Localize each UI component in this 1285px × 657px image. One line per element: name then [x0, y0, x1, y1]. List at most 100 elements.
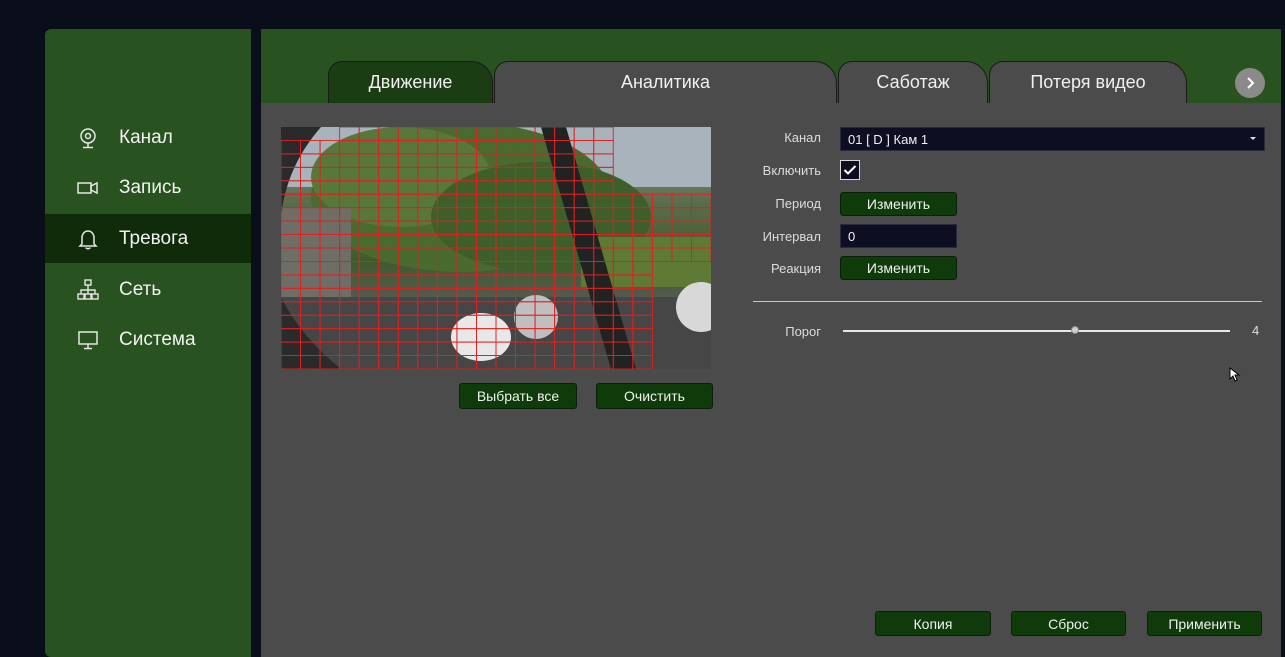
motion-grid-cell[interactable]: [554, 341, 575, 357]
motion-grid-cell[interactable]: [515, 247, 536, 262]
motion-grid-cell[interactable]: [573, 127, 595, 141]
motion-grid-cell[interactable]: [339, 260, 360, 276]
motion-grid-cell[interactable]: [534, 287, 556, 303]
motion-grid-cell[interactable]: [691, 220, 711, 236]
motion-grid-cell[interactable]: [593, 247, 614, 262]
motion-grid-cell[interactable]: [632, 207, 653, 222]
motion-grid-cell[interactable]: [495, 314, 516, 330]
motion-grid-cell[interactable]: [358, 287, 380, 303]
motion-grid-cell[interactable]: [515, 234, 536, 249]
motion-grid-cell[interactable]: [358, 247, 380, 262]
motion-grid-cell[interactable]: [612, 247, 634, 262]
motion-grid-cell[interactable]: [632, 193, 653, 209]
motion-grid-cell[interactable]: [554, 220, 575, 236]
motion-grid-cell[interactable]: [593, 139, 614, 155]
motion-grid-cell[interactable]: [632, 234, 653, 249]
motion-grid-cell[interactable]: [397, 127, 419, 141]
motion-grid-cell[interactable]: [397, 328, 419, 343]
motion-grid-cell[interactable]: [456, 314, 477, 330]
motion-grid-cell[interactable]: [632, 328, 653, 343]
motion-grid-cell[interactable]: [417, 193, 438, 209]
motion-grid-cell[interactable]: [339, 180, 360, 195]
motion-grid-cell[interactable]: [593, 166, 614, 182]
motion-grid-cell[interactable]: [281, 180, 301, 195]
motion-grid-cell[interactable]: [319, 139, 341, 155]
motion-grid-cell[interactable]: [436, 193, 458, 209]
motion-grid-cell[interactable]: [339, 247, 360, 262]
motion-grid-cell[interactable]: [281, 234, 301, 249]
sidebar-item-channel[interactable]: Канал: [45, 113, 251, 162]
motion-grid-cell[interactable]: [339, 301, 360, 316]
motion-grid-cell[interactable]: [397, 153, 419, 168]
motion-grid-cell[interactable]: [612, 314, 634, 330]
motion-grid-cell[interactable]: [593, 341, 614, 357]
motion-grid-cell[interactable]: [417, 314, 438, 330]
motion-grid-cell[interactable]: [495, 166, 516, 182]
motion-grid-cell[interactable]: [573, 193, 595, 209]
motion-grid-cell[interactable]: [456, 341, 477, 357]
motion-grid-cell[interactable]: [495, 260, 516, 276]
motion-grid-cell[interactable]: [339, 274, 360, 289]
motion-grid-cell[interactable]: [436, 153, 458, 168]
motion-grid-cell[interactable]: [300, 287, 321, 303]
motion-grid-cell[interactable]: [281, 301, 301, 316]
motion-grid-cell[interactable]: [456, 274, 477, 289]
motion-grid-cell[interactable]: [612, 341, 634, 357]
motion-grid-cell[interactable]: [397, 355, 419, 369]
motion-grid-cell[interactable]: [671, 234, 692, 249]
motion-grid-cell[interactable]: [397, 274, 419, 289]
motion-grid-cell[interactable]: [397, 193, 419, 209]
motion-grid-cell[interactable]: [300, 207, 321, 222]
motion-grid-cell[interactable]: [476, 274, 497, 289]
motion-grid-cell[interactable]: [339, 234, 360, 249]
motion-grid-cell[interactable]: [573, 301, 595, 316]
threshold-slider[interactable]: [843, 330, 1230, 332]
motion-grid-cell[interactable]: [436, 274, 458, 289]
motion-grid-cell[interactable]: [378, 247, 399, 262]
motion-grid-cell[interactable]: [281, 193, 301, 209]
motion-grid-cell[interactable]: [515, 220, 536, 236]
motion-grid-cell[interactable]: [554, 180, 575, 195]
motion-grid-cell[interactable]: [573, 341, 595, 357]
motion-grid-cell[interactable]: [456, 355, 477, 369]
motion-grid-cell[interactable]: [378, 193, 399, 209]
motion-grid-cell[interactable]: [456, 328, 477, 343]
motion-grid-cell[interactable]: [300, 193, 321, 209]
motion-grid-cell[interactable]: [651, 207, 673, 222]
motion-grid-cell[interactable]: [534, 180, 556, 195]
motion-grid-cell[interactable]: [554, 314, 575, 330]
motion-grid-cell[interactable]: [456, 287, 477, 303]
motion-grid-cell[interactable]: [417, 341, 438, 357]
motion-grid-cell[interactable]: [358, 193, 380, 209]
motion-grid-cell[interactable]: [593, 328, 614, 343]
motion-grid-cell[interactable]: [671, 193, 692, 209]
motion-grid-cell[interactable]: [476, 355, 497, 369]
motion-grid-cell[interactable]: [476, 207, 497, 222]
motion-grid-cell[interactable]: [476, 166, 497, 182]
motion-grid-cell[interactable]: [378, 314, 399, 330]
motion-grid-cell[interactable]: [593, 355, 614, 369]
motion-grid-cell[interactable]: [319, 247, 341, 262]
motion-grid-cell[interactable]: [476, 247, 497, 262]
tab-video-loss[interactable]: Потеря видео: [989, 61, 1187, 103]
motion-grid-cell[interactable]: [476, 234, 497, 249]
motion-grid-cell[interactable]: [515, 314, 536, 330]
motion-grid-cell[interactable]: [281, 153, 301, 168]
motion-grid-cell[interactable]: [515, 207, 536, 222]
motion-grid-cell[interactable]: [593, 234, 614, 249]
motion-grid-cell[interactable]: [281, 274, 301, 289]
motion-grid-cell[interactable]: [339, 153, 360, 168]
motion-grid-cell[interactable]: [554, 207, 575, 222]
motion-grid-cell[interactable]: [534, 153, 556, 168]
motion-grid-cell[interactable]: [339, 355, 360, 369]
motion-grid-cell[interactable]: [632, 287, 653, 303]
motion-grid-cell[interactable]: [358, 220, 380, 236]
motion-grid-cell[interactable]: [476, 341, 497, 357]
motion-grid-cell[interactable]: [417, 287, 438, 303]
motion-grid-cell[interactable]: [534, 314, 556, 330]
motion-grid-cell[interactable]: [534, 341, 556, 357]
motion-grid-cell[interactable]: [319, 355, 341, 369]
motion-grid-cell[interactable]: [378, 127, 399, 141]
motion-grid-cell[interactable]: [651, 193, 673, 209]
motion-grid-cell[interactable]: [495, 153, 516, 168]
